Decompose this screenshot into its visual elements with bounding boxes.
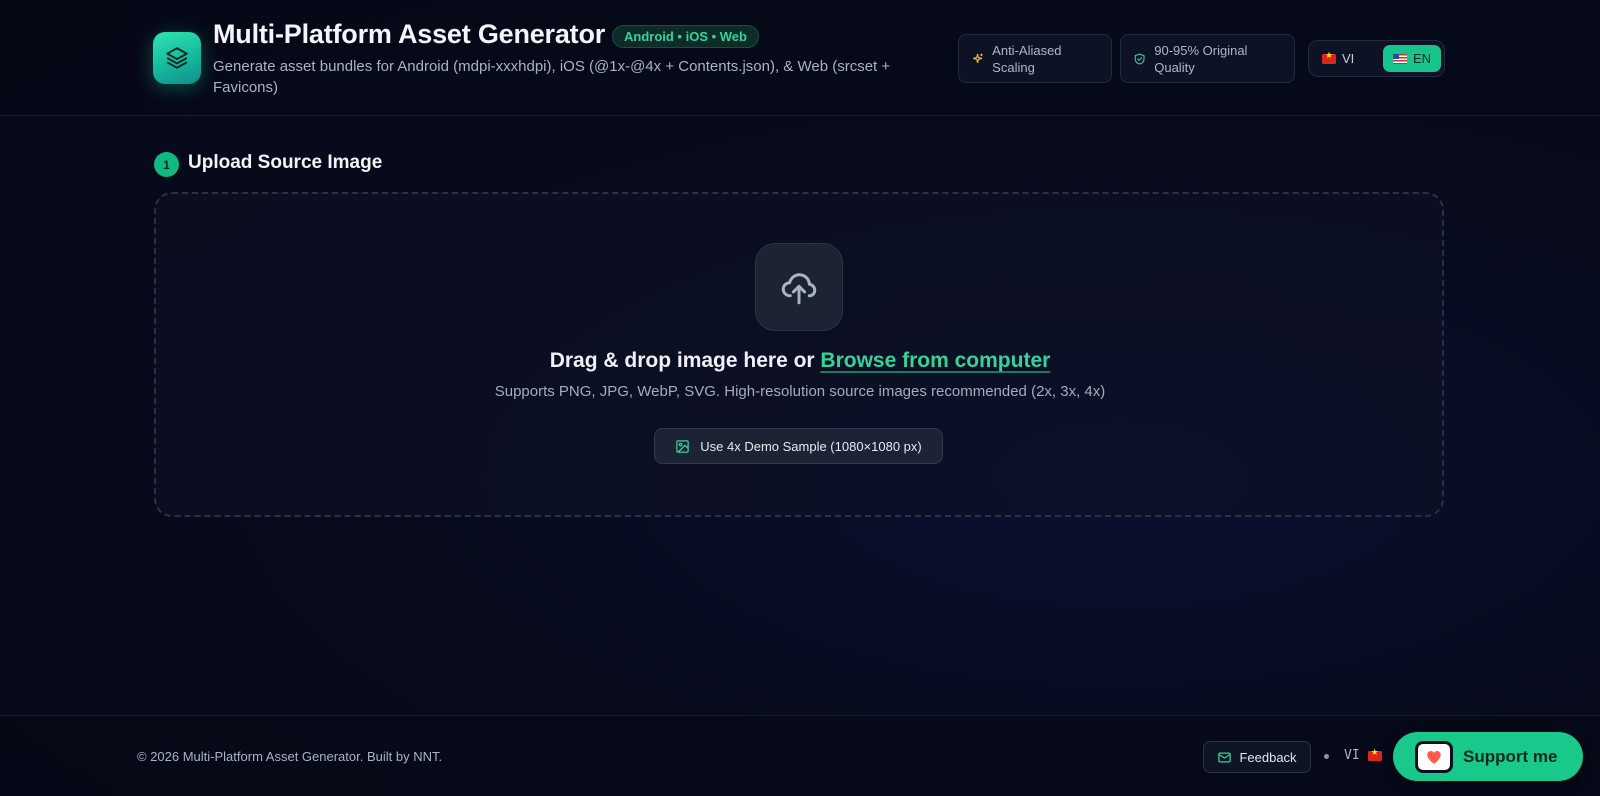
lang-code: EN xyxy=(1412,51,1431,66)
lang-option-en[interactable]: EN xyxy=(1382,45,1441,72)
supported-formats-text: Supports PNG, JPG, WebP, SVG. High-resol… xyxy=(494,383,1106,400)
shield-check-icon xyxy=(1134,52,1145,65)
feature-label: 90-95% Original Quality xyxy=(1154,42,1248,75)
lang-option-vi[interactable]: VI xyxy=(1312,45,1364,72)
copyright-text: © 2026 Multi-Platform Asset Generator. B… xyxy=(137,749,443,764)
lang-code: VI xyxy=(1342,51,1355,66)
platform-badge: Android • iOS • Web xyxy=(612,25,759,48)
vietnam-flag-icon xyxy=(1367,748,1382,761)
upload-tile[interactable] xyxy=(755,243,843,331)
section-title: Upload Source Image xyxy=(188,152,383,173)
feature-label: Anti-Aliased Scaling xyxy=(992,42,1062,75)
drop-instructions: Drag & drop image here or Browse from co… xyxy=(0,349,1600,373)
mail-icon xyxy=(1218,752,1232,762)
footer-language[interactable]: VI xyxy=(1344,748,1382,763)
app-title: Multi-Platform Asset Generator xyxy=(213,19,606,49)
image-icon xyxy=(676,439,689,453)
language-switcher: VI EN xyxy=(1308,40,1445,77)
browse-link[interactable]: Browse from computer xyxy=(820,349,1050,372)
support-me-button[interactable]: Support me xyxy=(1393,732,1583,781)
layers-icon xyxy=(166,47,188,69)
feature-quality: 90-95% Original Quality xyxy=(1120,34,1295,83)
app-logo xyxy=(153,32,201,84)
drop-text: Drag & drop image here or xyxy=(549,349,815,372)
step-number: 1 xyxy=(154,152,179,177)
sparkle-icon xyxy=(973,53,983,63)
footer-lang-code: VI xyxy=(1344,748,1360,763)
separator-dot xyxy=(1324,754,1329,759)
us-flag-icon xyxy=(1392,53,1407,64)
support-label: Support me xyxy=(1463,746,1558,766)
coffee-cup-icon xyxy=(1415,740,1453,773)
feedback-label: Feedback xyxy=(1239,749,1297,765)
cloud-upload-icon xyxy=(781,273,817,305)
feedback-button[interactable]: Feedback xyxy=(1203,741,1311,773)
heart-icon xyxy=(1427,750,1441,764)
vietnam-flag-icon xyxy=(1322,51,1336,64)
demo-sample-button[interactable]: Use 4x Demo Sample (1080×1080 px) xyxy=(654,428,943,464)
app-subtitle: Generate asset bundles for Android (mdpi… xyxy=(213,58,891,96)
demo-button-label: Use 4x Demo Sample (1080×1080 px) xyxy=(700,438,922,454)
feature-anti-aliased: Anti-Aliased Scaling xyxy=(958,34,1112,83)
